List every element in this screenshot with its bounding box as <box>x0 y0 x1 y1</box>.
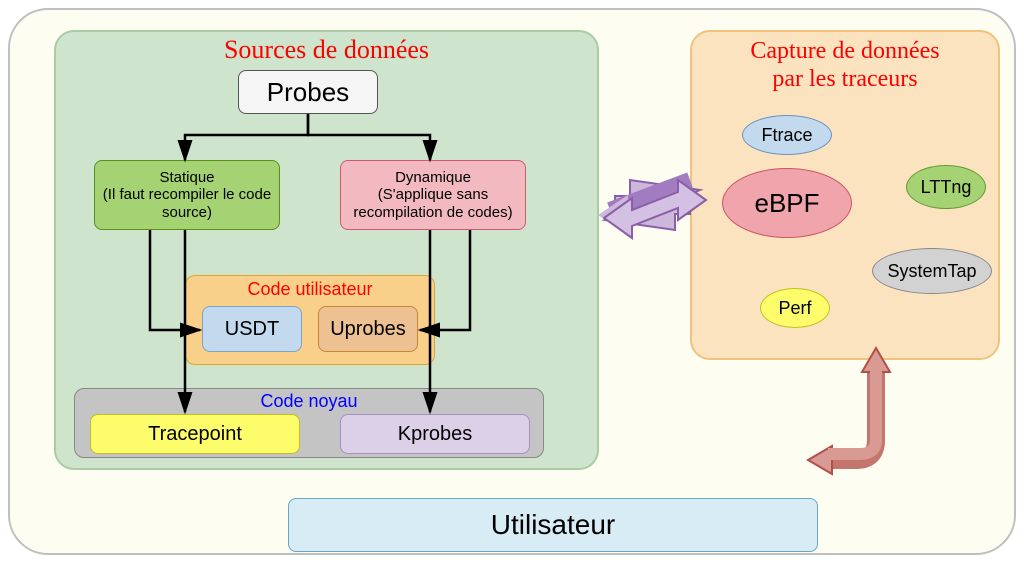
capture-title: Capture de données par les traceurs <box>692 38 998 93</box>
ebpf-node: eBPF <box>722 168 852 238</box>
systemtap-node: SystemTap <box>872 248 992 294</box>
lttng-node: LTTng <box>906 165 986 209</box>
ftrace-node: Ftrace <box>742 115 832 155</box>
outer-container: Sources de données Probes Statique (Il f… <box>8 8 1016 555</box>
uprobes-node: Uprobes <box>318 306 418 352</box>
sources-title: Sources de données <box>56 35 597 65</box>
tracepoint-node: Tracepoint <box>90 414 300 454</box>
code-utilisateur-title: Code utilisateur <box>186 279 434 300</box>
code-noyau-title: Code noyau <box>75 391 543 412</box>
utilisateur-node: Utilisateur <box>288 498 818 552</box>
perf-node: Perf <box>760 288 830 328</box>
probes-node: Probes <box>238 70 378 114</box>
bidir-arrow-sources-capture <box>605 180 700 230</box>
kprobes-node: Kprobes <box>340 414 530 454</box>
dynamique-node: Dynamique (S'applique sans recompilation… <box>340 160 526 230</box>
usdt-node: USDT <box>202 306 302 352</box>
statique-node: Statique (Il faut recompiler le code sou… <box>94 160 280 230</box>
